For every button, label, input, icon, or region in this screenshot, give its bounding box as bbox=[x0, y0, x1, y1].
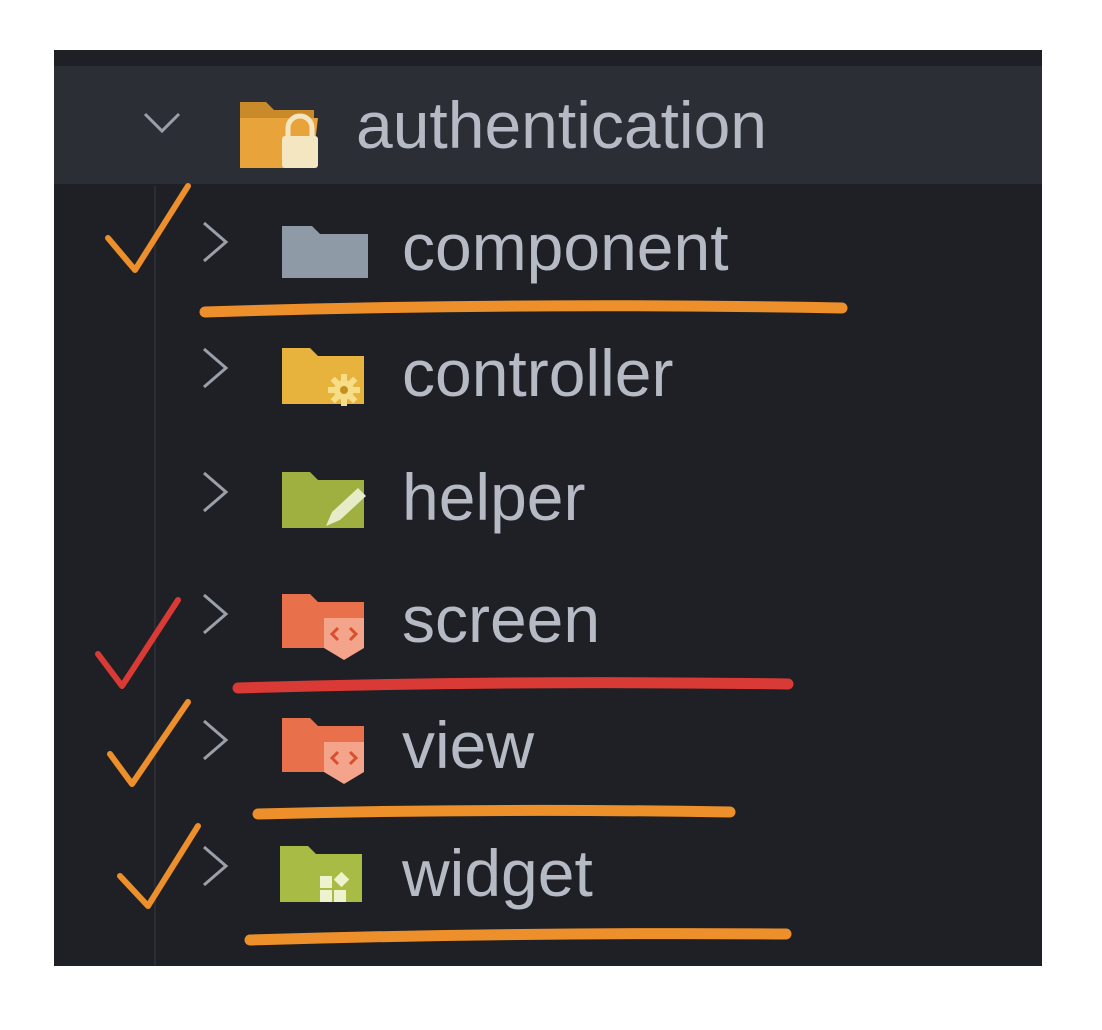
folder-code-icon bbox=[282, 718, 364, 784]
tree-item-controller[interactable]: controller bbox=[54, 308, 1042, 432]
folder-pencil-icon bbox=[282, 472, 366, 528]
folder-plain-icon bbox=[282, 226, 368, 278]
chevron-down-icon[interactable] bbox=[142, 110, 182, 136]
tree-item-label: view bbox=[402, 708, 535, 782]
chevron-right-icon[interactable] bbox=[200, 718, 230, 762]
tree-item-helper[interactable]: helper bbox=[54, 432, 1042, 556]
tree-item-label: authentication bbox=[356, 88, 767, 162]
tree-item-view[interactable]: view bbox=[54, 680, 1042, 804]
folder-open-lock-icon bbox=[240, 102, 318, 168]
chevron-right-icon[interactable] bbox=[200, 592, 230, 636]
tree-item-label: controller bbox=[402, 336, 674, 410]
folder-code-icon bbox=[282, 594, 364, 660]
tree-item-screen[interactable]: screen bbox=[54, 556, 1042, 680]
tree-item-widget[interactable]: widget bbox=[54, 804, 1042, 928]
tree-item-authentication[interactable]: authentication bbox=[54, 66, 1042, 184]
tree-item-label: screen bbox=[402, 582, 601, 656]
chevron-right-icon[interactable] bbox=[200, 844, 230, 888]
tree-item-label: component bbox=[402, 210, 729, 284]
tree-item-label: helper bbox=[402, 460, 586, 534]
file-explorer: authentication component controller help… bbox=[54, 50, 1042, 966]
tree-item-label: widget bbox=[402, 836, 593, 910]
chevron-right-icon[interactable] bbox=[200, 220, 230, 264]
chevron-right-icon[interactable] bbox=[200, 346, 230, 390]
chevron-right-icon[interactable] bbox=[200, 470, 230, 514]
tree-item-component[interactable]: component bbox=[54, 184, 1042, 308]
folder-widget-icon bbox=[280, 846, 362, 902]
folder-gear-icon bbox=[282, 348, 364, 406]
